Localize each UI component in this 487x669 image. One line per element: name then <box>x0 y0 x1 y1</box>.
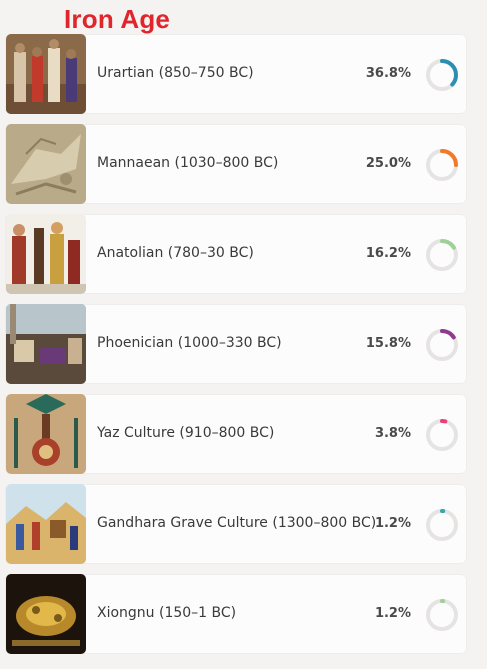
gandhara-image <box>6 484 86 564</box>
item-label: Urartian (850–750 BC) <box>97 65 254 81</box>
list-item[interactable]: Yaz Culture (910–800 BC) 3.8% <box>5 394 467 474</box>
list-item[interactable]: Anatolian (780–30 BC) 16.2% <box>5 214 467 294</box>
list-item[interactable]: Mannaean (1030–800 BC) 25.0% <box>5 124 467 204</box>
item-percent: 36.8% <box>365 66 411 81</box>
percent-donut <box>426 329 458 361</box>
mannaean-image <box>6 124 86 204</box>
phoenician-image <box>6 304 86 384</box>
item-percent: 16.2% <box>365 246 411 261</box>
item-label: Gandhara Grave Culture (1300–800 BC) <box>97 515 377 531</box>
percent-donut <box>426 239 458 271</box>
item-percent: 3.8% <box>374 426 411 441</box>
percent-donut <box>426 419 458 451</box>
item-percent: 15.8% <box>365 336 411 351</box>
item-label: Phoenician (1000–330 BC) <box>97 335 282 351</box>
item-label: Yaz Culture (910–800 BC) <box>97 425 275 441</box>
list-item[interactable]: Urartian (850–750 BC) 36.8% <box>5 34 467 114</box>
page-title: Iron Age <box>64 4 171 34</box>
list-item[interactable]: Phoenician (1000–330 BC) 15.8% <box>5 304 467 384</box>
percent-donut <box>426 149 458 181</box>
item-percent: 1.2% <box>374 606 411 621</box>
percent-donut <box>426 599 458 631</box>
percent-donut <box>426 509 458 541</box>
urartian-image <box>6 34 86 114</box>
item-label: Xiongnu (150–1 BC) <box>97 605 237 621</box>
percent-donut <box>426 59 458 91</box>
list-item[interactable]: Xiongnu (150–1 BC) 1.2% <box>5 574 467 654</box>
item-label: Mannaean (1030–800 BC) <box>97 155 279 171</box>
anatolian-image <box>6 214 86 294</box>
yaz-culture-image <box>6 394 86 474</box>
item-label: Anatolian (780–30 BC) <box>97 245 254 261</box>
item-percent: 25.0% <box>365 156 411 171</box>
list-item[interactable]: Gandhara Grave Culture (1300–800 BC) 1.2… <box>5 484 467 564</box>
xiongnu-image <box>6 574 86 654</box>
item-percent: 1.2% <box>374 516 411 531</box>
